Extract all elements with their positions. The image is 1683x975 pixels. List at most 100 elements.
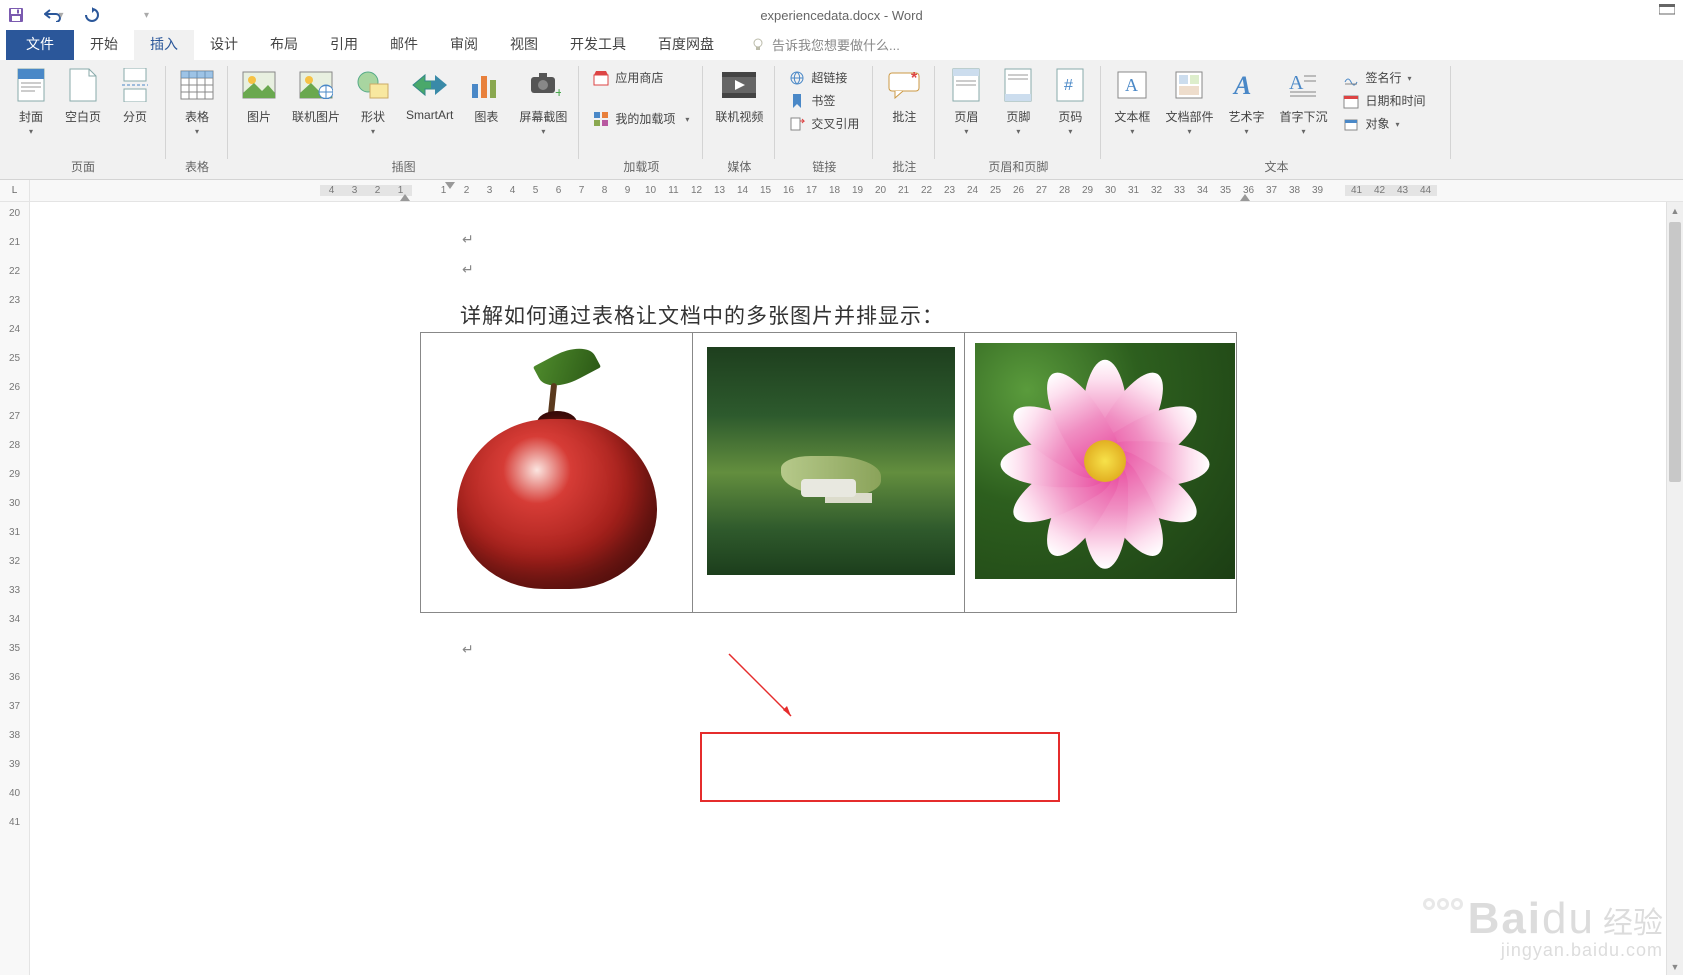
signature-icon <box>1343 70 1359 86</box>
table-cell-2[interactable] <box>693 333 965 613</box>
shapes-icon <box>354 66 392 104</box>
tab-layout[interactable]: 布局 <box>254 28 314 60</box>
cover-page-button[interactable]: 封面▾ <box>6 64 56 138</box>
header-icon <box>947 66 985 104</box>
title-bar: ▾ ▾ experiencedata.docx - Word <box>0 0 1683 30</box>
tab-review[interactable]: 审阅 <box>434 28 494 60</box>
date-time-button[interactable]: 日期和时间 <box>1339 89 1441 112</box>
hyperlink-button[interactable]: 超链接 <box>785 66 863 89</box>
smartart-icon <box>411 66 449 104</box>
tab-mailings[interactable]: 邮件 <box>374 28 434 60</box>
page-number-button[interactable]: # 页码▾ <box>1045 64 1095 138</box>
group-tables: 表格▾ 表格 <box>166 60 228 179</box>
text-box-button[interactable]: A 文本框▾ <box>1107 64 1157 138</box>
cross-reference-button[interactable]: 交叉引用 <box>785 112 863 135</box>
screenshot-button[interactable]: + 屏幕截图▾ <box>513 64 573 138</box>
group-label: 文本 <box>1107 156 1445 177</box>
footer-icon <box>999 66 1037 104</box>
dropdown-icon: ▾ <box>1068 127 1072 136</box>
tab-design[interactable]: 设计 <box>194 28 254 60</box>
chart-button[interactable]: 图表 <box>461 64 511 127</box>
drop-cap-button[interactable]: A 首字下沉▾ <box>1273 64 1333 138</box>
apple-image <box>457 419 657 589</box>
tab-baidu-netdisk[interactable]: 百度网盘 <box>642 28 730 60</box>
comment-button[interactable]: * 批注 <box>879 64 929 127</box>
store-button[interactable]: 应用商店 <box>589 66 693 89</box>
page-break-icon <box>116 66 154 104</box>
tab-insert[interactable]: 插入 <box>134 28 194 60</box>
text-box-icon: A <box>1113 66 1151 104</box>
ribbon: 封面▾ 空白页 分页 页面 表格▾ 表格 图片 <box>0 60 1683 180</box>
redo-button[interactable] <box>80 3 104 27</box>
paragraph-mark: ↵ <box>462 262 474 279</box>
group-label: 链接 <box>781 156 867 177</box>
bookmark-button[interactable]: 书签 <box>785 89 863 112</box>
ribbon-display-options-icon[interactable] <box>1659 4 1675 19</box>
quick-parts-button[interactable]: 文档部件▾ <box>1159 64 1219 138</box>
store-icon <box>593 70 609 86</box>
dropdown-icon: ▾ <box>1130 127 1134 136</box>
apple-leaf-icon <box>533 339 601 395</box>
signature-line-button[interactable]: 签名行 ▾ <box>1339 66 1441 89</box>
tell-me-search[interactable]: 告诉我您想要做什么... <box>750 29 900 60</box>
undo-button[interactable]: ▾ <box>42 3 66 27</box>
svg-text:A: A <box>1125 75 1138 95</box>
document-area[interactable]: ↵ ↵ 详解如何通过表格让文档中的多张图片并排显示： <box>30 202 1683 975</box>
table-cell-1[interactable] <box>421 333 693 613</box>
scroll-down-icon[interactable]: ▼ <box>1667 958 1683 975</box>
ruler-vertical[interactable]: 2021222324252627282930313233343536373839… <box>0 202 30 975</box>
smartart-button[interactable]: SmartArt <box>400 64 459 124</box>
date-time-icon <box>1343 93 1359 109</box>
tab-home[interactable]: 开始 <box>74 28 134 60</box>
svg-text:+: + <box>555 84 561 99</box>
scroll-up-icon[interactable]: ▲ <box>1667 202 1683 219</box>
tab-references[interactable]: 引用 <box>314 28 374 60</box>
wordart-button[interactable]: A 艺术字▾ <box>1221 64 1271 138</box>
svg-text:A: A <box>1232 71 1251 100</box>
table-button[interactable]: 表格▾ <box>172 64 222 138</box>
dropdown-icon[interactable]: ▾ <box>58 10 63 21</box>
blank-page-button[interactable]: 空白页 <box>58 64 108 127</box>
pictures-button[interactable]: 图片 <box>234 64 284 127</box>
page-break-button[interactable]: 分页 <box>110 64 160 127</box>
group-links: 超链接 书签 交叉引用 链接 <box>775 60 873 179</box>
my-addins-button[interactable]: 我的加载项 ▾ <box>589 107 693 130</box>
group-label: 页眉和页脚 <box>941 156 1095 177</box>
tab-file[interactable]: 文件 <box>6 28 74 60</box>
group-addins: 应用商店 我的加载项 ▾ 加载项 <box>579 60 703 179</box>
dropdown-icon: ▾ <box>1395 120 1399 129</box>
vertical-scrollbar[interactable]: ▲ ▼ <box>1666 202 1683 975</box>
chart-icon <box>467 66 505 104</box>
header-button[interactable]: 页眉▾ <box>941 64 991 138</box>
tab-view[interactable]: 视图 <box>494 28 554 60</box>
document-heading: 详解如何通过表格让文档中的多张图片并排显示： <box>460 300 944 330</box>
qat-customize-icon[interactable]: ▾ <box>144 10 149 21</box>
footer-button[interactable]: 页脚▾ <box>993 64 1043 138</box>
svg-text:A: A <box>1289 72 1304 94</box>
dropdown-icon: ▾ <box>1187 127 1191 136</box>
drop-cap-icon: A <box>1284 66 1322 104</box>
dropdown-icon: ▾ <box>1301 127 1305 136</box>
online-pictures-button[interactable]: 联机图片 <box>286 64 346 127</box>
tab-developer[interactable]: 开发工具 <box>554 28 642 60</box>
ruler-horizontal[interactable]: 4321123456789101112131415161718192021222… <box>30 180 1683 202</box>
online-video-button[interactable]: 联机视频 <box>709 64 769 127</box>
object-button[interactable]: 对象 ▾ <box>1339 112 1441 135</box>
group-illustrations: 图片 联机图片 形状▾ SmartArt 图表 + 屏幕截图▾ <box>228 60 579 179</box>
comment-icon: * <box>885 66 923 104</box>
group-text: A 文本框▾ 文档部件▾ A 艺术字▾ A 首字下沉▾ 签名行 ▾ 日期和时间 … <box>1101 60 1451 179</box>
group-label: 表格 <box>172 156 222 177</box>
dropdown-icon: ▾ <box>964 127 968 136</box>
save-button[interactable] <box>4 3 28 27</box>
annotation-box <box>700 732 1060 802</box>
tell-me-placeholder: 告诉我您想要做什么... <box>772 35 900 54</box>
paragraph-mark: ↵ <box>462 232 474 249</box>
scrollbar-thumb[interactable] <box>1669 222 1681 482</box>
dropdown-icon: ▾ <box>1407 74 1411 83</box>
ruler-corner[interactable]: L <box>0 180 30 202</box>
right-indent-icon[interactable] <box>1240 194 1250 201</box>
shapes-button[interactable]: 形状▾ <box>348 64 398 138</box>
table-cell-3[interactable] <box>965 333 1237 613</box>
first-line-indent-icon[interactable] <box>445 182 455 189</box>
left-indent-icon[interactable] <box>400 194 410 201</box>
